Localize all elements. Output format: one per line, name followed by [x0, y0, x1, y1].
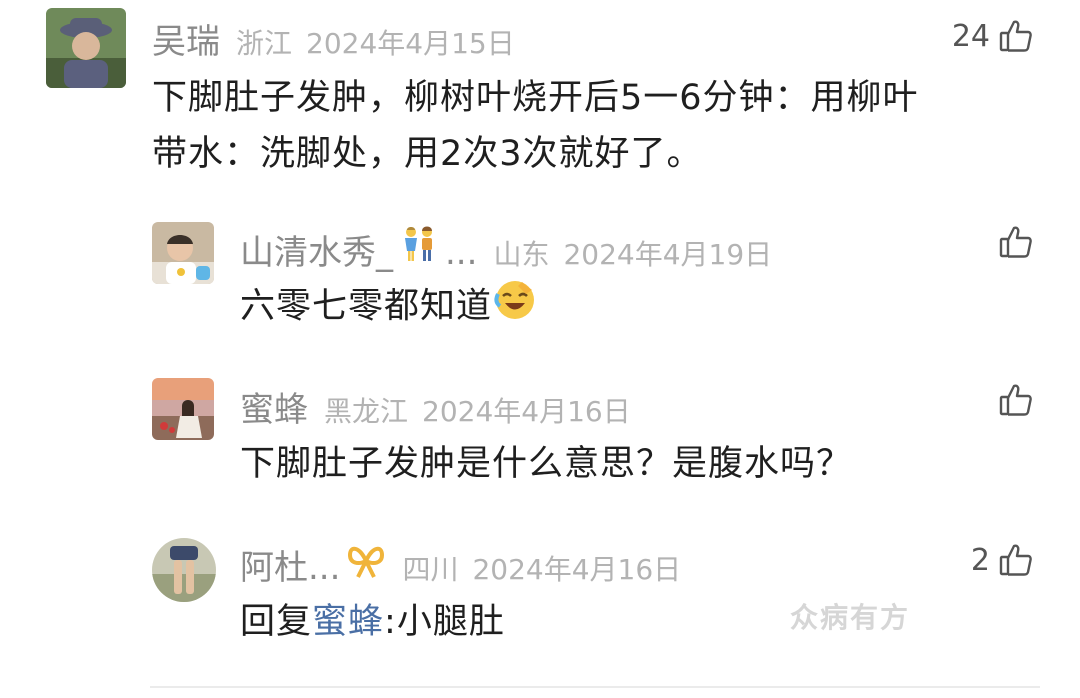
reply-item: 阿杜... 四川 2024年4月16日 2 回复蜜蜂:小腿肚 — [0, 520, 1080, 680]
thumbs-up-icon — [999, 20, 1032, 52]
comment-text: 六零七零都知道 — [240, 276, 538, 339]
location: 浙江 — [236, 27, 293, 60]
location: 山东 — [493, 238, 550, 271]
reply-text: :小腿肚 — [384, 602, 505, 642]
username[interactable]: 蜜蜂 — [240, 382, 308, 431]
username[interactable]: 阿杜... — [240, 540, 340, 589]
like-button[interactable] — [990, 222, 1034, 262]
username[interactable]: 山清水秀_ — [240, 225, 393, 274]
like-count: 24 — [951, 18, 990, 54]
watermark: 众病有方 — [790, 601, 911, 634]
thumbs-up-icon — [999, 544, 1032, 576]
avatar[interactable] — [46, 8, 126, 88]
username-ellipsis: ... — [445, 233, 478, 273]
location: 四川 — [402, 553, 459, 586]
thumbs-up-icon — [999, 384, 1032, 416]
like-button[interactable]: 2 — [971, 540, 1034, 580]
reply-to-username-link[interactable]: 蜜蜂 — [312, 602, 384, 642]
date: 2024年4月15日 — [306, 27, 515, 60]
username[interactable]: 吴瑞 — [152, 14, 220, 63]
reply-item: 山清水秀_ ... 山东 2024年4月19日 六零七零都知道 — [0, 200, 1080, 350]
divider — [150, 686, 1040, 688]
date: 2024年4月16日 — [472, 553, 682, 586]
like-count: 2 — [970, 542, 990, 578]
comment-text: 下脚肚子发肿，柳树叶烧开后5一6分钟：用柳叶 带水：洗脚处，用2次3次就好了。 — [152, 70, 1052, 182]
comment-text: 下脚肚子发肿是什么意思？是腹水吗？ — [240, 444, 853, 484]
thumbs-up-icon — [999, 226, 1032, 258]
date: 2024年4月19日 — [563, 238, 773, 271]
like-button[interactable] — [990, 380, 1034, 420]
date: 2024年4月16日 — [422, 395, 631, 428]
reply-prefix: 回复 — [240, 602, 313, 642]
avatar[interactable] — [152, 538, 216, 602]
comment-item: 吴瑞 浙江 2024年4月15日 24 下脚肚子发肿，柳树叶烧开后5一6分钟：用… — [0, 0, 1080, 190]
comment-text: 回复蜜蜂:小腿肚 — [240, 594, 505, 650]
like-button[interactable]: 24 — [952, 16, 1034, 56]
avatar[interactable] — [152, 222, 214, 284]
comment-text-line: 下脚肚子发肿，柳树叶烧开后5一6分钟：用柳叶 — [152, 78, 919, 118]
ribbon-emoji-icon — [346, 543, 386, 583]
comment-text-content: 六零七零都知道 — [240, 286, 493, 327]
couple-emoji-icon — [399, 224, 439, 268]
laughing-crying-emoji-icon — [492, 276, 538, 339]
comment-text-line: 带水：洗脚处，用2次3次就好了。 — [152, 134, 703, 174]
reply-item: 蜜蜂 黑龙江 2024年4月16日 下脚肚子发肿是什么意思？是腹水吗？ — [0, 360, 1080, 510]
location: 黑龙江 — [324, 395, 409, 428]
avatar[interactable] — [152, 378, 214, 440]
